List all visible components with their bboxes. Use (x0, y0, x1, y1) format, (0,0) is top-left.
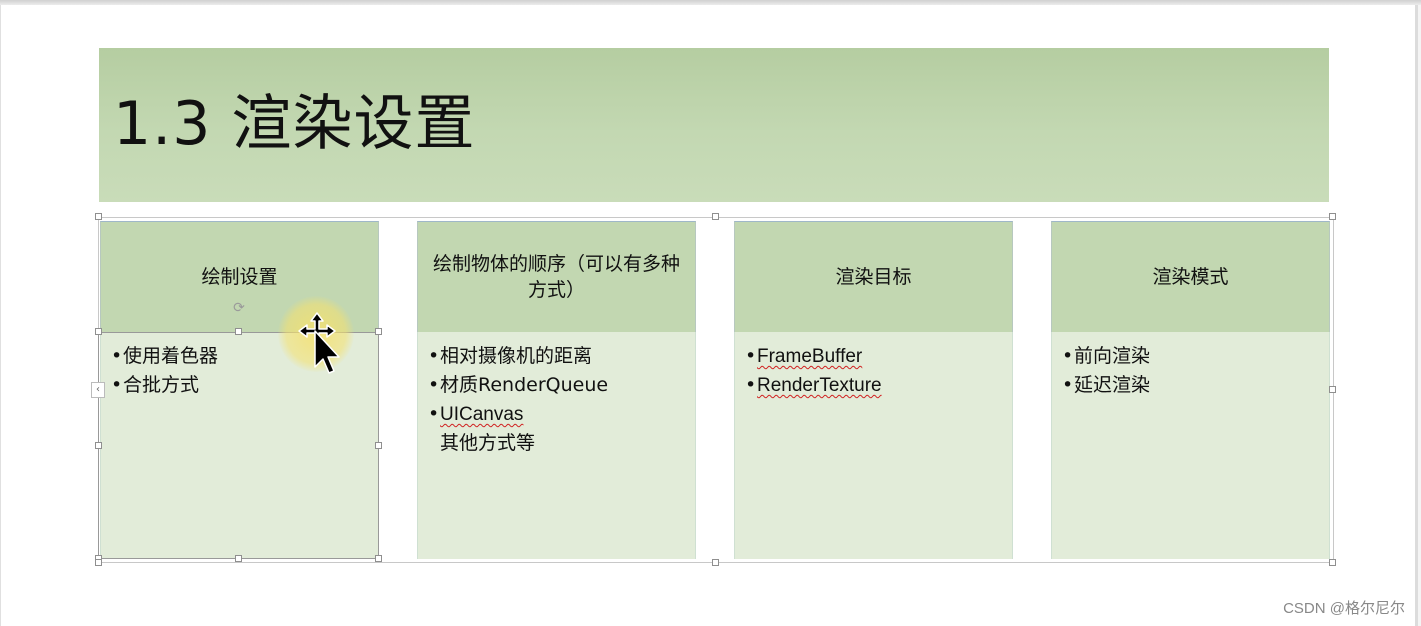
text-pane-toggle-icon[interactable]: ‹ (91, 382, 105, 398)
list-item-text: FrameBuffer (757, 346, 863, 367)
resize-handle[interactable] (95, 328, 102, 335)
list-item: FrameBuffer (745, 342, 1012, 371)
bullet-list: 前向渲染 延迟渲染 (1062, 342, 1329, 400)
column-header[interactable]: 渲染模式 (1051, 221, 1330, 332)
frame-resize-handle[interactable] (712, 559, 719, 566)
list-item: 相对摄像机的距离 (428, 342, 695, 371)
bullet-list: 相对摄像机的距离 材质RenderQueue UICanvas (428, 342, 695, 429)
resize-handle[interactable] (375, 555, 382, 562)
slide-title[interactable]: 1.3 渲染设置 (113, 84, 476, 164)
frame-resize-handle[interactable] (712, 213, 719, 220)
bullet-list: FrameBuffer RenderTexture (745, 342, 1012, 400)
list-item: UICanvas (428, 400, 695, 429)
list-item-text: 材质RenderQueue (440, 374, 609, 396)
column-header[interactable]: 绘制物体的顺序（可以有多种方式） (417, 221, 696, 332)
rotate-handle-icon[interactable]: ⟳ (231, 300, 247, 316)
title-band[interactable]: 1.3 渲染设置 (99, 48, 1329, 202)
column-render-target[interactable]: 渲染目标 FrameBuffer RenderTexture (734, 221, 1013, 559)
column-draw-order[interactable]: 绘制物体的顺序（可以有多种方式） 相对摄像机的距离 材质RenderQueue … (417, 221, 696, 559)
column-body[interactable]: 前向渲染 延迟渲染 (1051, 332, 1330, 559)
column-body[interactable]: 相对摄像机的距离 材质RenderQueue UICanvas 其他方式等 (417, 332, 696, 559)
resize-handle[interactable] (235, 555, 242, 562)
list-item: 前向渲染 (1062, 342, 1329, 371)
column-header[interactable]: 渲染目标 (734, 221, 1013, 332)
column-render-mode[interactable]: 渲染模式 前向渲染 延迟渲染 (1051, 221, 1330, 559)
frame-resize-handle[interactable] (95, 213, 102, 220)
frame-resize-handle[interactable] (95, 559, 102, 566)
resize-handle[interactable] (95, 442, 102, 449)
list-item: 材质RenderQueue (428, 371, 695, 400)
list-item: 延迟渲染 (1062, 371, 1329, 400)
list-item-text: RenderTexture (757, 375, 882, 396)
list-item: RenderTexture (745, 371, 1012, 400)
move-cursor-icon (298, 312, 340, 374)
watermark: CSDN @格尔尼尔 (1283, 600, 1405, 617)
extra-text: 其他方式等 (440, 432, 536, 454)
frame-resize-handle[interactable] (1329, 559, 1336, 566)
list-item-text: UICanvas (440, 404, 524, 425)
frame-resize-handle[interactable] (1329, 213, 1336, 220)
resize-handle[interactable] (375, 442, 382, 449)
column-body[interactable]: FrameBuffer RenderTexture (734, 332, 1013, 559)
frame-resize-handle[interactable] (1329, 386, 1336, 393)
resize-handle[interactable] (375, 328, 382, 335)
resize-handle[interactable] (235, 328, 242, 335)
